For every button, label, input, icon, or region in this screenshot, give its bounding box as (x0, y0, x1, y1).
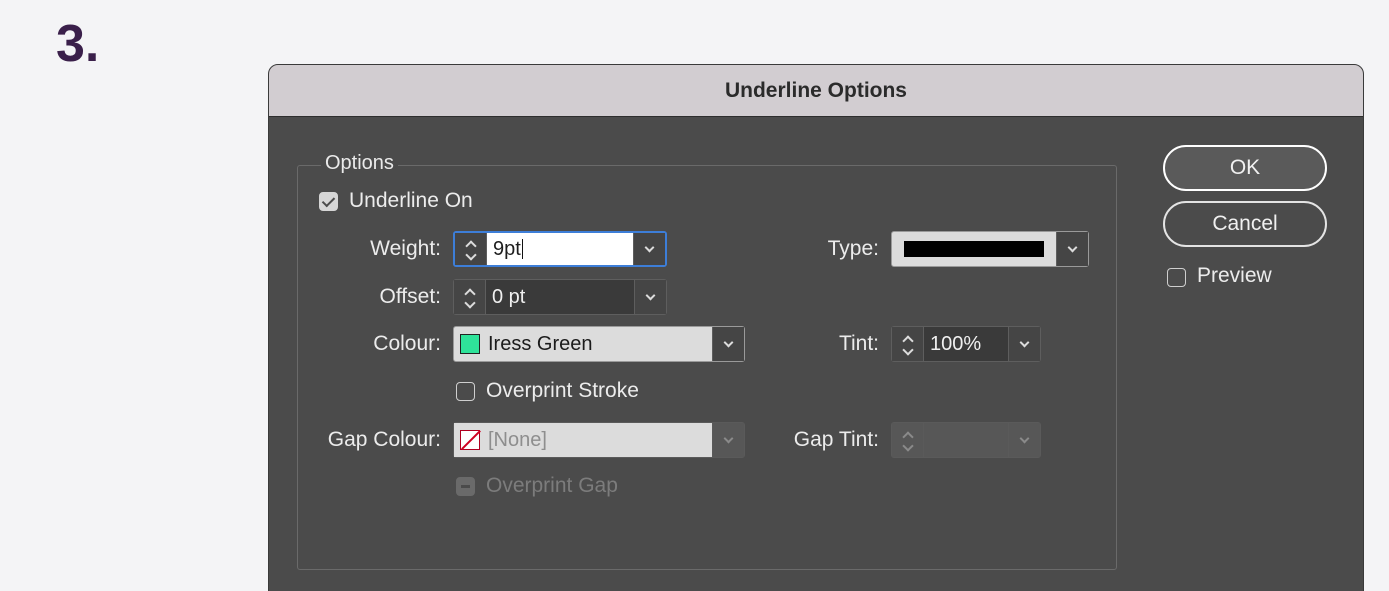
colour-value: Iress Green (488, 332, 593, 355)
type-select[interactable] (891, 231, 1089, 267)
type-dropdown-button[interactable] (1056, 232, 1088, 266)
gap-tint-input[interactable] (924, 423, 1008, 457)
underline-options-dialog: Underline Options Options Underline On W… (268, 64, 1364, 591)
weight-field[interactable]: 9pt (453, 231, 667, 267)
offset-label: Offset: (379, 285, 441, 308)
offset-stepper[interactable] (454, 280, 486, 314)
weight-stepper[interactable] (455, 233, 487, 265)
gap-colour-label: Gap Colour: (327, 428, 441, 451)
options-group-label: Options (321, 152, 398, 175)
chevron-down-icon (645, 290, 656, 300)
weight-input[interactable]: 9pt (487, 233, 633, 265)
dialog-title: Underline Options (724, 78, 907, 102)
gap-tint-dropdown-button[interactable] (1008, 423, 1040, 457)
chevron-down-icon (723, 433, 734, 443)
tint-label: Tint: (838, 332, 879, 355)
tint-dropdown-button[interactable] (1008, 327, 1040, 361)
colour-label: Colour: (373, 332, 441, 355)
chevron-down-icon (723, 337, 734, 347)
overprint-stroke-label: Overprint Stroke (486, 379, 639, 402)
tint-input[interactable]: 100% (924, 327, 1008, 361)
colour-dropdown-button[interactable] (712, 327, 744, 361)
overprint-stroke-checkbox[interactable] (456, 382, 475, 401)
colour-swatch (460, 334, 480, 354)
chevron-down-icon (1019, 433, 1030, 443)
dialog-titlebar: Underline Options (269, 65, 1363, 117)
overprint-gap-label: Overprint Gap (486, 474, 618, 497)
gap-tint-field[interactable] (891, 422, 1041, 458)
colour-select[interactable]: Iress Green (453, 326, 745, 362)
offset-field[interactable]: 0 pt (453, 279, 667, 315)
weight-label: Weight: (370, 237, 441, 260)
chevron-down-icon (644, 242, 655, 252)
type-solid-line-preview (904, 241, 1044, 257)
weight-dropdown-button[interactable] (633, 233, 665, 265)
gap-tint-stepper[interactable] (892, 423, 924, 457)
underline-on-label: Underline On (349, 189, 473, 212)
tint-field[interactable]: 100% (891, 326, 1041, 362)
underline-on-checkbox[interactable] (319, 192, 338, 211)
gap-tint-label: Gap Tint: (793, 428, 879, 451)
chevron-down-icon (1067, 242, 1078, 252)
offset-input[interactable]: 0 pt (486, 280, 634, 314)
step-number: 3. (56, 15, 100, 73)
preview-checkbox[interactable] (1167, 268, 1186, 287)
preview-label: Preview (1197, 264, 1272, 287)
gap-colour-select[interactable]: [None] (453, 422, 745, 458)
offset-dropdown-button[interactable] (634, 280, 666, 314)
options-group (297, 165, 1117, 570)
gap-colour-value: [None] (488, 428, 547, 451)
gap-colour-dropdown-button[interactable] (712, 423, 744, 457)
chevron-down-icon (1019, 337, 1030, 347)
type-label: Type: (827, 237, 879, 260)
tint-stepper[interactable] (892, 327, 924, 361)
cancel-button[interactable]: Cancel (1163, 201, 1327, 247)
ok-button[interactable]: OK (1163, 145, 1327, 191)
overprint-gap-checkbox[interactable] (456, 477, 475, 496)
none-swatch-icon (460, 430, 480, 450)
